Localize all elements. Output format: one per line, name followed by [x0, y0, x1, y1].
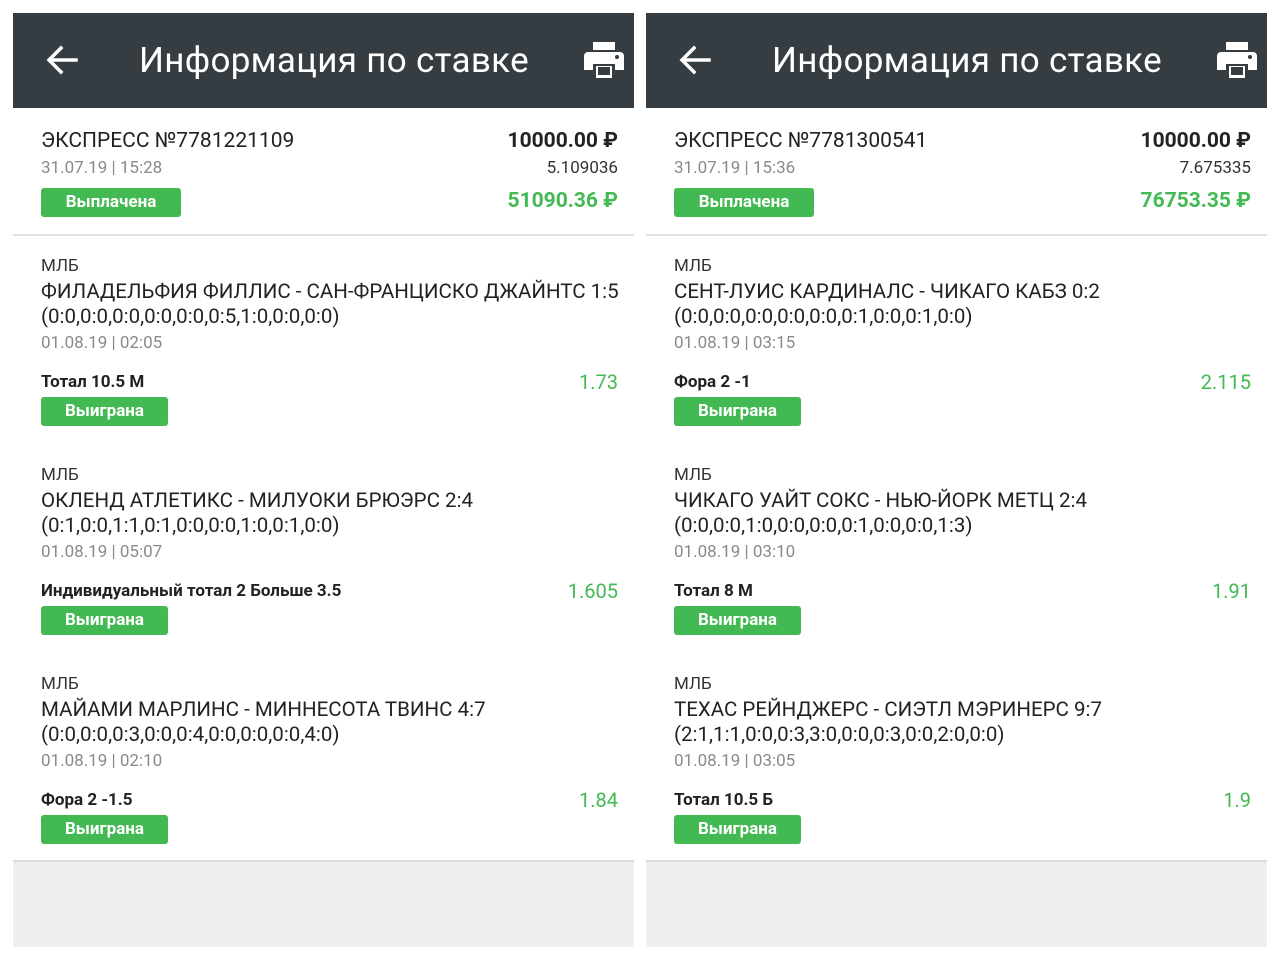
print-button[interactable] [1217, 42, 1257, 78]
printer-icon [1217, 42, 1257, 78]
event-item: МЛБ ЧИКАГО УАЙТ СОКС - НЬЮ-ЙОРК МЕТЦ 2:4… [646, 445, 1267, 645]
total-coefficient: 7.675335 [1179, 158, 1251, 178]
event-odds: 1.91 [1212, 579, 1251, 603]
bet-summary: ЭКСПРЕСС №7781221109 31.07.19 | 15:28 10… [13, 108, 634, 236]
market-name: Тотал 10.5 Б [674, 790, 774, 810]
bet-date: 31.07.19 | 15:28 [41, 158, 163, 178]
bet-number: ЭКСПРЕСС №7781221109 [41, 129, 295, 153]
payout-amount: 76753.35 ₽ [1140, 189, 1251, 213]
status-badge: Выиграна [41, 606, 168, 635]
status-badge: Выплачена [41, 188, 181, 217]
event-odds: 1.73 [579, 370, 618, 394]
league-label: МЛБ [674, 674, 712, 694]
event-date: 01.08.19 | 03:05 [674, 751, 796, 771]
event-item: МЛБ ТЕХАС РЕЙНДЖЕРС - СИЭТЛ МЭРИНЕРС 9:7… [646, 654, 1267, 854]
match-title: ЧИКАГО УАЙТ СОКС - НЬЮ-ЙОРК МЕТЦ 2:4 (0:… [674, 489, 1087, 538]
payout-amount: 51090.36 ₽ [507, 189, 618, 213]
bet-number: ЭКСПРЕСС №7781300541 [674, 129, 928, 153]
league-label: МЛБ [41, 674, 79, 694]
league-label: МЛБ [41, 465, 79, 485]
arrow-left-icon [679, 45, 711, 75]
match-title: МАЙАМИ МАРЛИНС - МИННЕСОТА ТВИНС 4:7 (0:… [41, 698, 486, 747]
status-badge: Выплачена [674, 188, 814, 217]
bet-info-screen-2: Информация по ставке ЭКСПРЕСС №778130054… [646, 13, 1267, 947]
stake-amount: 10000.00 ₽ [507, 129, 618, 153]
total-coefficient: 5.109036 [546, 158, 618, 178]
bet-date: 31.07.19 | 15:36 [674, 158, 796, 178]
event-odds: 1.84 [579, 788, 618, 812]
market-name: Индивидуальный тотал 2 Больше 3.5 [41, 581, 342, 601]
event-item: МЛБ МАЙАМИ МАРЛИНС - МИННЕСОТА ТВИНС 4:7… [13, 654, 634, 854]
footer-area [646, 862, 1267, 947]
footer-area [13, 862, 634, 947]
print-button[interactable] [584, 42, 624, 78]
back-button[interactable] [42, 40, 82, 80]
match-title: ФИЛАДЕЛЬФИЯ ФИЛЛИС - САН-ФРАНЦИСКО ДЖАЙН… [41, 280, 619, 329]
status-badge: Выиграна [41, 397, 168, 426]
event-item: МЛБ ОКЛЕНД АТЛЕТИКС - МИЛУОКИ БРЮЭРС 2:4… [13, 445, 634, 645]
status-badge: Выиграна [674, 606, 801, 635]
event-odds: 1.9 [1223, 788, 1251, 812]
market-name: Фора 2 -1 [674, 372, 751, 392]
event-date: 01.08.19 | 02:05 [41, 333, 163, 353]
event-date: 01.08.19 | 05:07 [41, 542, 163, 562]
event-odds: 1.605 [567, 579, 618, 603]
page-title: Информация по ставке [772, 40, 1162, 81]
event-date: 01.08.19 | 03:10 [674, 542, 796, 562]
stake-amount: 10000.00 ₽ [1140, 129, 1251, 153]
event-item: МЛБ СЕНТ-ЛУИС КАРДИНАЛС - ЧИКАГО КАБЗ 0:… [646, 236, 1267, 436]
event-date: 01.08.19 | 03:15 [674, 333, 796, 353]
status-badge: Выиграна [674, 397, 801, 426]
status-badge: Выиграна [41, 815, 168, 844]
event-item: МЛБ ФИЛАДЕЛЬФИЯ ФИЛЛИС - САН-ФРАНЦИСКО Д… [13, 236, 634, 436]
top-app-bar: Информация по ставке [13, 13, 634, 108]
back-button[interactable] [675, 40, 715, 80]
league-label: МЛБ [674, 256, 712, 276]
printer-icon [584, 42, 624, 78]
match-title: ОКЛЕНД АТЛЕТИКС - МИЛУОКИ БРЮЭРС 2:4 (0:… [41, 489, 474, 538]
bet-info-screen-1: Информация по ставке ЭКСПРЕСС №778122110… [13, 13, 634, 947]
event-odds: 2.115 [1200, 370, 1251, 394]
event-date: 01.08.19 | 02:10 [41, 751, 163, 771]
market-name: Тотал 8 М [674, 581, 753, 601]
arrow-left-icon [46, 45, 78, 75]
league-label: МЛБ [41, 256, 79, 276]
market-name: Тотал 10.5 М [41, 372, 145, 392]
top-app-bar: Информация по ставке [646, 13, 1267, 108]
bet-summary: ЭКСПРЕСС №7781300541 31.07.19 | 15:36 10… [646, 108, 1267, 236]
market-name: Фора 2 -1.5 [41, 790, 133, 810]
page-title: Информация по ставке [139, 40, 529, 81]
match-title: ТЕХАС РЕЙНДЖЕРС - СИЭТЛ МЭРИНЕРС 9:7 (2:… [674, 698, 1102, 747]
match-title: СЕНТ-ЛУИС КАРДИНАЛС - ЧИКАГО КАБЗ 0:2 (0… [674, 280, 1100, 329]
league-label: МЛБ [674, 465, 712, 485]
status-badge: Выиграна [674, 815, 801, 844]
